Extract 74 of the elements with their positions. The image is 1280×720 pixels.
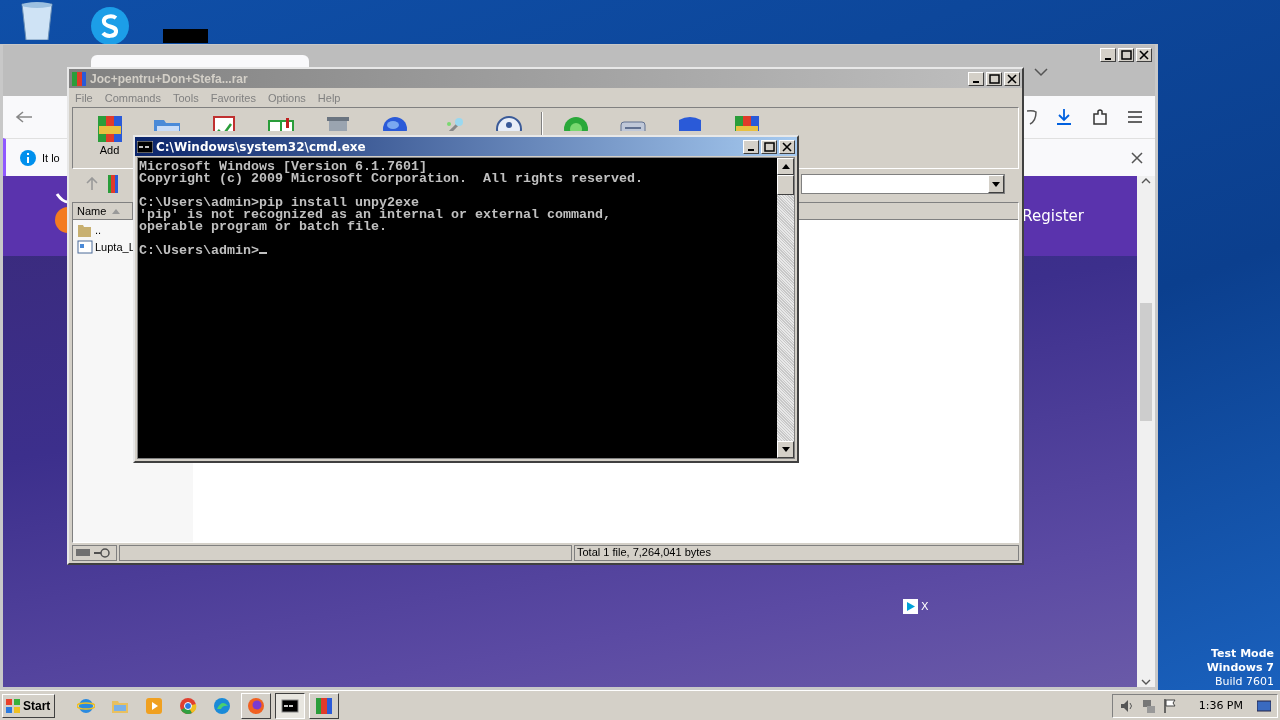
scroll-down-button[interactable] — [777, 441, 794, 458]
close-button[interactable] — [1004, 71, 1020, 86]
console-line: C:\Users\admin>pip install unpy2exe — [139, 195, 419, 210]
window-title: Joc+pentru+Don+Stefa...rar — [90, 71, 249, 86]
file-name[interactable]: .. — [95, 223, 102, 236]
play-icon — [145, 696, 164, 715]
skype-icon[interactable] — [88, 6, 132, 46]
close-icon — [780, 140, 794, 153]
books-icon — [108, 175, 118, 193]
scroll-up-icon[interactable] — [1141, 178, 1151, 184]
network-icon[interactable] — [1140, 697, 1157, 714]
scrollbar-thumb[interactable] — [777, 175, 794, 195]
edition-text: Windows 7 — [1206, 661, 1274, 675]
scroll-down-icon — [781, 447, 790, 452]
document-icon — [77, 238, 93, 255]
firefox-icon — [247, 696, 266, 715]
close-button[interactable] — [779, 139, 795, 154]
back-arrow-icon[interactable] — [15, 110, 33, 124]
scrollbar-thumb[interactable] — [1140, 302, 1152, 421]
path-field[interactable] — [801, 174, 1005, 194]
recycle-bin-icon[interactable] — [18, 0, 56, 40]
minimize-icon — [973, 81, 979, 83]
scroll-up-button[interactable] — [777, 158, 794, 175]
ad-close-text[interactable]: X — [921, 600, 929, 613]
console-line: Microsoft Windows [Version 6.1.7601] — [139, 159, 427, 174]
console-icon — [137, 140, 153, 153]
scroll-down-icon[interactable] — [1141, 679, 1151, 685]
register-link[interactable]: Register — [1022, 207, 1084, 225]
chevron-down-icon[interactable] — [1033, 67, 1049, 77]
menu-icon[interactable] — [1127, 110, 1143, 124]
file-name[interactable]: Lupta_L — [95, 240, 135, 253]
close-button[interactable] — [1136, 48, 1152, 62]
scroll-up-icon — [781, 164, 790, 169]
puzzle-piece-icon[interactable] — [1091, 108, 1109, 126]
maximize-icon — [1119, 49, 1133, 61]
taskbar-button[interactable] — [275, 692, 306, 719]
sort-arrow-icon — [112, 208, 121, 214]
minimize-button[interactable] — [1100, 48, 1116, 62]
window-title: C:\Windows\system32\cmd.exe — [156, 139, 367, 154]
minimize-button[interactable] — [968, 71, 984, 86]
maximize-icon — [987, 72, 1001, 85]
console-line: C:\Users\admin> — [139, 243, 259, 258]
status-text: Total 1 file, 7,264,041 bytes — [574, 545, 1019, 561]
chrome-icon — [179, 696, 198, 715]
minimize-icon — [748, 149, 754, 151]
play-badge-icon[interactable] — [903, 599, 918, 614]
dropdown-arrow-icon[interactable] — [992, 181, 1000, 187]
edition-text: Test Mode — [1211, 647, 1274, 661]
text-cursor — [259, 252, 267, 254]
toolbar-label[interactable]: Add — [99, 144, 120, 156]
maximize-button[interactable] — [761, 139, 777, 154]
console-icon — [281, 696, 300, 715]
books-icon — [315, 696, 334, 715]
key-icon — [94, 548, 110, 558]
maximize-button[interactable] — [986, 71, 1002, 86]
edge-icon — [213, 696, 232, 715]
download-icon[interactable] — [1055, 108, 1073, 126]
maximize-button[interactable] — [1118, 48, 1134, 62]
close-icon — [1005, 72, 1019, 85]
edition-text: Build 7601 — [1214, 675, 1274, 689]
minimize-icon — [1105, 57, 1111, 60]
maximize-icon — [762, 140, 776, 153]
show-desktop-icon[interactable] — [1257, 698, 1271, 713]
clock-text[interactable]: 1:36 PM — [1198, 699, 1243, 712]
close-icon — [1137, 49, 1151, 61]
books-icon — [71, 70, 87, 87]
info-icon — [20, 149, 36, 166]
drive-icon — [76, 549, 90, 557]
minimize-button[interactable] — [743, 139, 759, 154]
notification-text: It lo — [42, 151, 60, 164]
windows-logo-icon — [5, 697, 21, 714]
start-button[interactable]: Start — [2, 693, 56, 718]
close-icon[interactable] — [1131, 151, 1143, 164]
flag-icon[interactable] — [1162, 697, 1177, 714]
